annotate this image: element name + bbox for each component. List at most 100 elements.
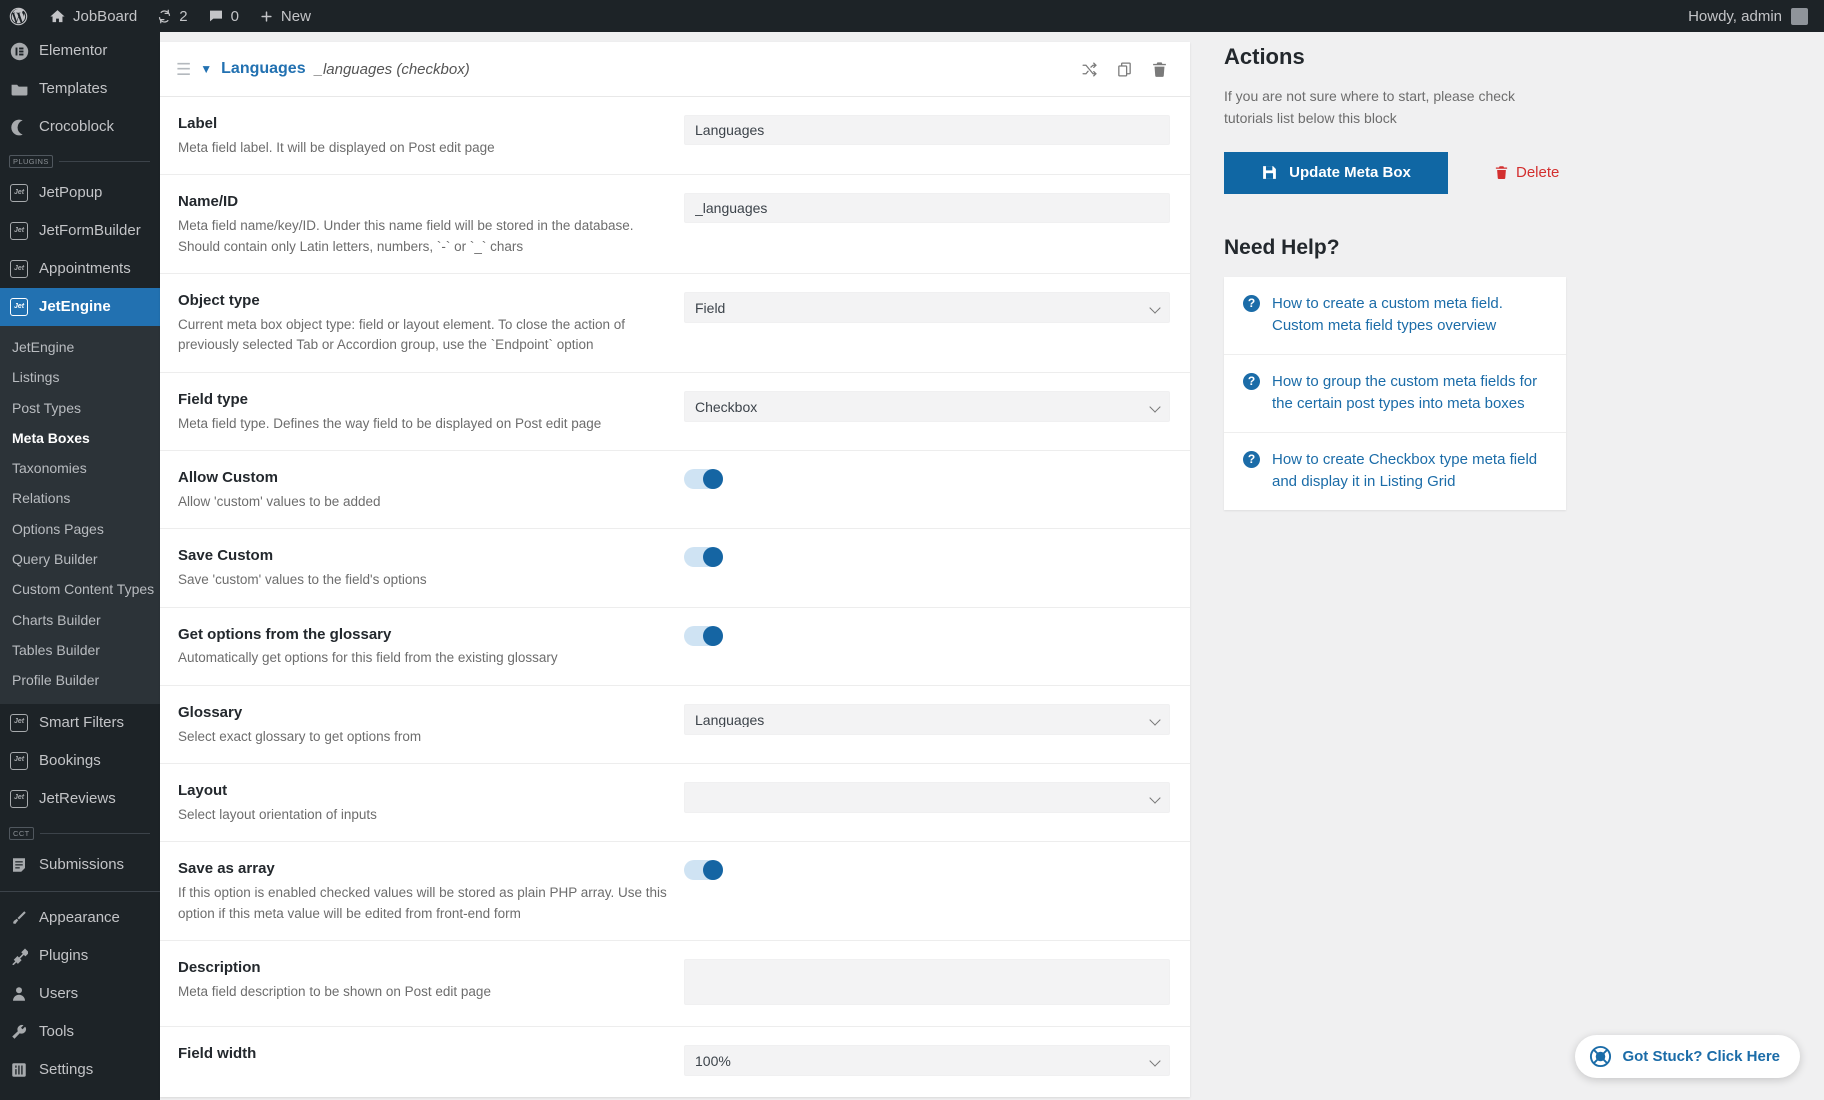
sidebar-item-jetreviews[interactable]: Jet JetReviews — [0, 780, 160, 818]
help-links-card: ? How to create a custom meta field. Cus… — [1224, 276, 1566, 510]
allow-custom-toggle[interactable] — [684, 469, 723, 490]
meta-field-editor: ☰ ▼ Languages _languages (checkbox) Labe… — [160, 32, 1200, 1100]
updates-count: 2 — [179, 7, 188, 25]
sidebar-item-users[interactable]: Users — [0, 975, 160, 1013]
help-link-item[interactable]: ? How to create Checkbox type meta field… — [1224, 433, 1566, 510]
got-stuck-button[interactable]: Got Stuck? Click Here — [1575, 1035, 1800, 1078]
question-icon: ? — [1243, 450, 1260, 468]
sidebar-item-tools[interactable]: Tools — [0, 1013, 160, 1051]
submenu-item-listings[interactable]: Listings — [0, 362, 160, 392]
form-row-field-type: Field type Meta field type. Defines the … — [160, 373, 1190, 452]
comments-count: 0 — [230, 7, 239, 25]
sidebar-item-smart-filters[interactable]: Jet Smart Filters — [0, 704, 160, 742]
submenu-item-jetengine[interactable]: JetEngine — [0, 332, 160, 362]
sidebar-item-settings[interactable]: Settings — [0, 1051, 160, 1089]
help-link-item[interactable]: ? How to group the custom meta fields fo… — [1224, 355, 1566, 433]
row-description: If this option is enabled checked values… — [178, 885, 667, 921]
get-options-from-glossary-toggle[interactable] — [684, 625, 723, 646]
comments-menu[interactable]: 0 — [198, 0, 249, 32]
trash-icon[interactable] — [1151, 61, 1168, 78]
save-custom-toggle[interactable] — [684, 547, 723, 568]
object-type-select[interactable]: Field — [684, 292, 1170, 324]
form-row-layout: Layout Select layout orientation of inpu… — [160, 764, 1190, 843]
sidebar-item-submissions[interactable]: Submissions — [0, 846, 160, 884]
jet-icon: Jet — [9, 221, 29, 241]
label-input[interactable] — [684, 115, 1170, 145]
submenu-item-relations[interactable]: Relations — [0, 483, 160, 513]
submenu-item-meta-boxes[interactable]: Meta Boxes — [0, 423, 160, 453]
row-description: Allow 'custom' values to be added — [178, 493, 381, 509]
sidebar-item-crocoblock[interactable]: Crocoblock — [0, 108, 160, 146]
site-name-menu[interactable]: JobBoard — [39, 0, 147, 32]
row-description: Automatically get options for this field… — [178, 650, 558, 666]
submenu-item-profile-builder[interactable]: Profile Builder — [0, 665, 160, 695]
new-content-menu[interactable]: New — [249, 0, 321, 32]
layout-select[interactable] — [684, 782, 1170, 814]
jet-icon: Jet — [9, 297, 29, 317]
glossary-select[interactable]: Languages — [684, 703, 1170, 735]
question-icon: ? — [1243, 294, 1260, 312]
submenu-label: Options Pages — [12, 520, 104, 537]
sidebar-item-appearance[interactable]: Appearance — [0, 899, 160, 937]
sidebar-item-jetformbuilder[interactable]: Jet JetFormBuilder — [0, 212, 160, 250]
updates-menu[interactable]: 2 — [147, 0, 197, 32]
form-row-label: Label Meta field label. It will be displ… — [160, 97, 1190, 176]
wp-logo-menu[interactable] — [0, 0, 39, 32]
sidebar-item-jetpopup[interactable]: Jet JetPopup — [0, 174, 160, 212]
name-id-input[interactable] — [684, 193, 1170, 224]
sidebar-item-appointments[interactable]: Jet Appointments — [0, 250, 160, 288]
submenu-item-taxonomies[interactable]: Taxonomies — [0, 453, 160, 483]
update-meta-box-button[interactable]: Update Meta Box — [1224, 151, 1448, 194]
form-row-allow-custom: Allow Custom Allow 'custom' values to be… — [160, 451, 1190, 530]
row-label: Label — [178, 115, 218, 132]
row-description: Select exact glossary to get options fro… — [178, 728, 422, 744]
submenu-item-query-builder[interactable]: Query Builder — [0, 544, 160, 574]
site-name-label: JobBoard — [73, 7, 138, 25]
field-width-select[interactable]: 100% — [684, 1045, 1170, 1077]
admin-sidebar: Elementor Templates Crocoblock PLUGINS J… — [0, 32, 160, 1100]
divider-rule — [39, 832, 150, 834]
description-textarea[interactable] — [684, 959, 1170, 1006]
actions-panel: Actions If you are not sure where to sta… — [1200, 32, 1824, 510]
sidebar-item-label: Plugins — [39, 946, 89, 964]
sidebar-item-label: Submissions — [39, 855, 125, 873]
sidebar-item-templates[interactable]: Templates — [0, 70, 160, 108]
sidebar-item-label: JetPopup — [39, 184, 103, 201]
sidebar-item-label: Elementor — [39, 42, 108, 59]
form-row-glossary: Glossary Select exact glossary to get op… — [160, 686, 1190, 765]
shuffle-icon[interactable] — [1081, 61, 1098, 78]
cct-divider-label: CCT — [9, 826, 34, 840]
submenu-item-charts-builder[interactable]: Charts Builder — [0, 605, 160, 635]
row-label: Save as array — [178, 860, 275, 878]
submenu-item-post-types[interactable]: Post Types — [0, 393, 160, 423]
submenu-item-options-pages[interactable]: Options Pages — [0, 514, 160, 544]
avatar — [1791, 7, 1808, 25]
duplicate-icon[interactable] — [1116, 61, 1133, 78]
row-label: Allow Custom — [178, 469, 278, 487]
comment-icon — [209, 10, 222, 22]
plugins-divider-label: PLUGINS — [9, 155, 53, 168]
submenu-item-tables-builder[interactable]: Tables Builder — [0, 635, 160, 665]
help-link-item[interactable]: ? How to create a custom meta field. Cus… — [1224, 277, 1566, 355]
card-header: ☰ ▼ Languages _languages (checkbox) — [160, 42, 1190, 97]
field-type-select[interactable]: Checkbox — [684, 390, 1170, 422]
sidebar-item-jetengine[interactable]: Jet JetEngine — [0, 288, 160, 326]
actions-title: Actions — [1224, 44, 1305, 69]
submenu-item-custom-content-types[interactable]: Custom Content Types — [0, 574, 160, 604]
need-help-title: Need Help? — [1224, 235, 1340, 259]
submenu-label: Profile Builder — [12, 672, 100, 689]
account-menu[interactable]: Howdy, admin — [1688, 7, 1824, 25]
chevron-down-icon[interactable]: ▼ — [200, 62, 212, 76]
sidebar-item-label: JetFormBuilder — [39, 222, 141, 239]
sidebar-item-elementor[interactable]: Elementor — [0, 32, 160, 70]
row-label: Get options from the glossary — [178, 625, 392, 643]
jet-icon: Jet — [9, 789, 29, 809]
save-as-array-toggle[interactable] — [684, 860, 723, 881]
sidebar-item-bookings[interactable]: Jet Bookings — [0, 742, 160, 780]
delete-button[interactable]: Delete — [1494, 164, 1559, 181]
sidebar-item-plugins[interactable]: Plugins — [0, 937, 160, 975]
jetengine-submenu: JetEngine Listings Post Types Meta Boxes… — [0, 326, 160, 704]
drag-handle-icon[interactable]: ☰ — [176, 61, 191, 78]
row-label: Glossary — [178, 703, 243, 721]
sidebar-item-label: Settings — [39, 1060, 94, 1078]
